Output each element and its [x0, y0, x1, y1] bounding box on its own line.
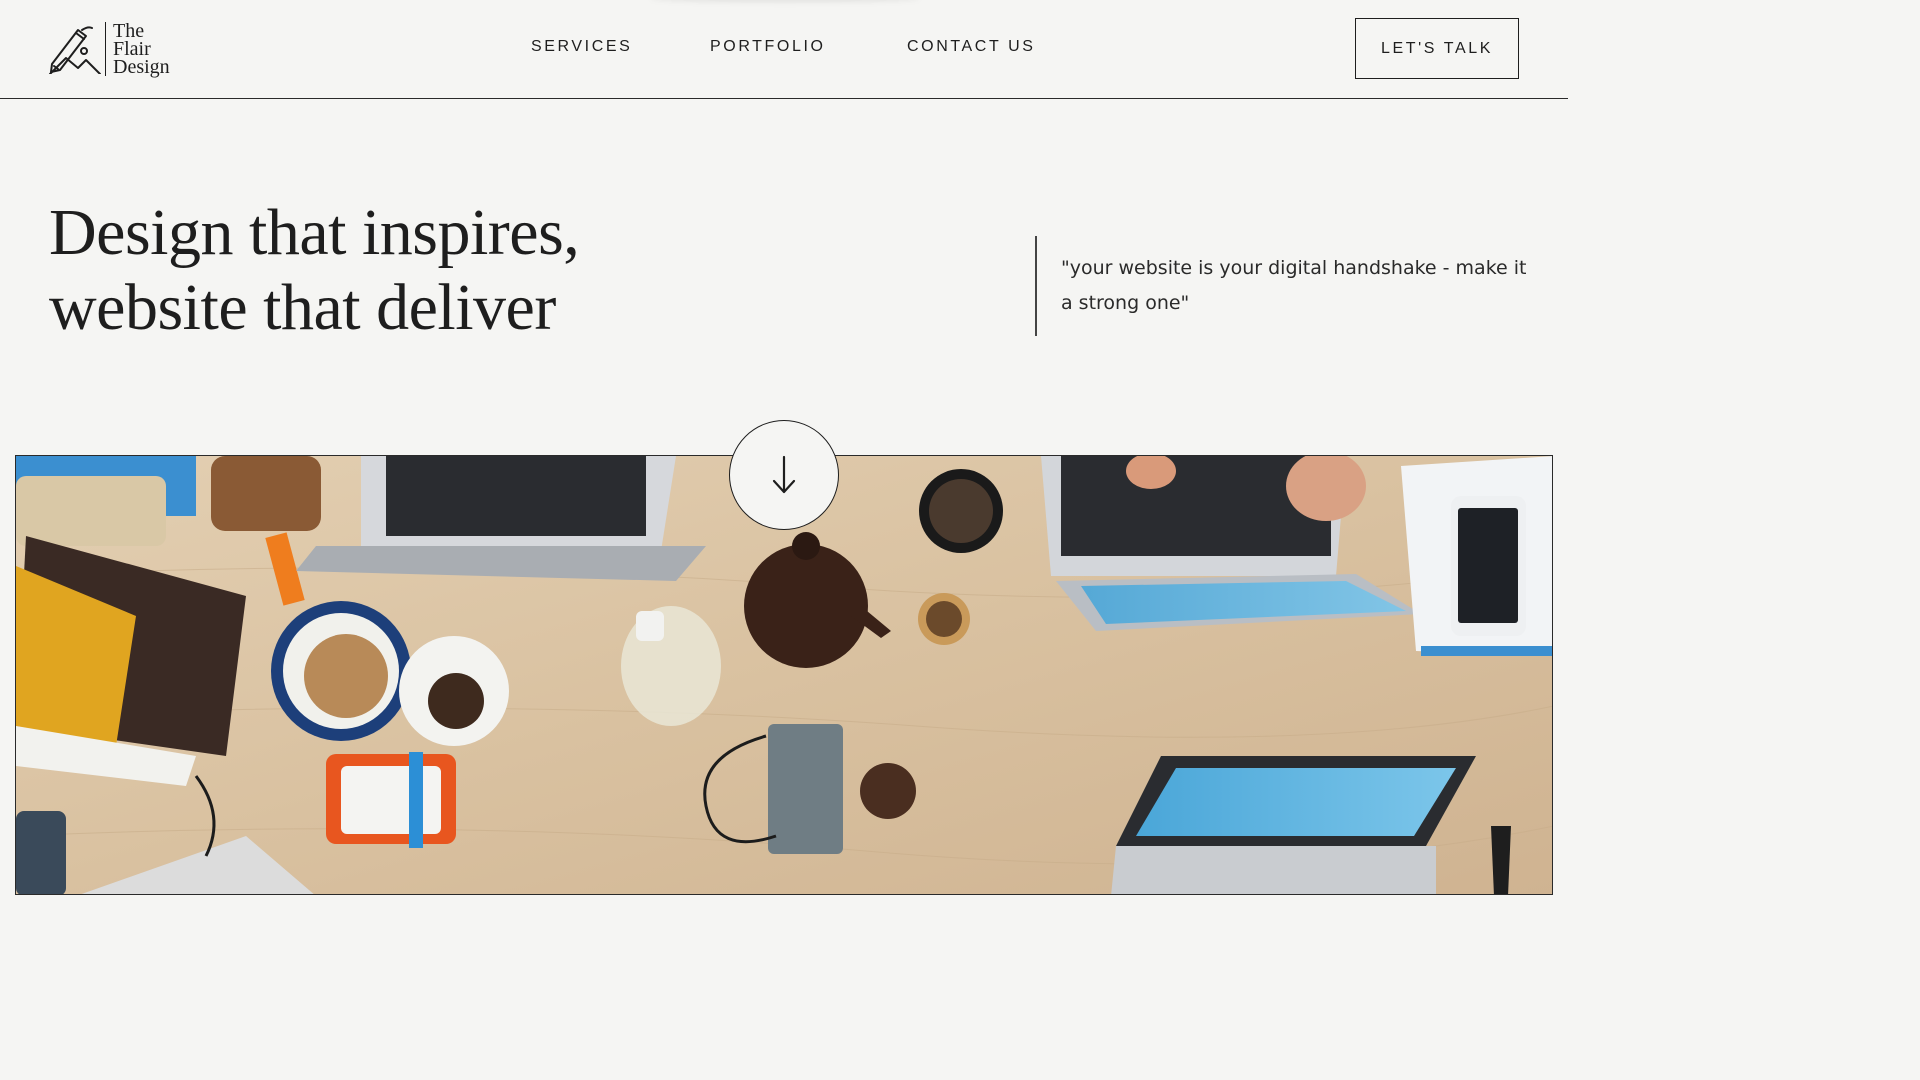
- nav-item-contact-us[interactable]: CONTACT US: [907, 38, 1036, 56]
- hero-title-line: website that deliver: [49, 271, 556, 344]
- nav-item-portfolio[interactable]: PORTFOLIO: [710, 38, 826, 56]
- logo-line: Design: [113, 56, 170, 78]
- quote-divider: [1035, 236, 1037, 336]
- pencil-mountain-icon: [49, 26, 101, 74]
- nav-item-services[interactable]: SERVICES: [531, 38, 632, 56]
- arrow-down-icon: [772, 455, 796, 494]
- logo-wordmark: The Flair Design: [105, 21, 170, 78]
- lets-talk-button[interactable]: LET'S TALK: [1355, 18, 1519, 79]
- hero-quote: "your website is your digital handshake …: [1061, 257, 1527, 314]
- hero-title: Design that inspires, website that deliv…: [49, 195, 749, 345]
- site-header: The Flair Design SERVICES PORTFOLIO CONT…: [0, 0, 1568, 99]
- scroll-down-button[interactable]: [729, 420, 839, 530]
- top-shadow: [650, 0, 920, 2]
- hero-title-line: Design that inspires,: [49, 196, 580, 269]
- site-logo[interactable]: The Flair Design: [48, 20, 188, 78]
